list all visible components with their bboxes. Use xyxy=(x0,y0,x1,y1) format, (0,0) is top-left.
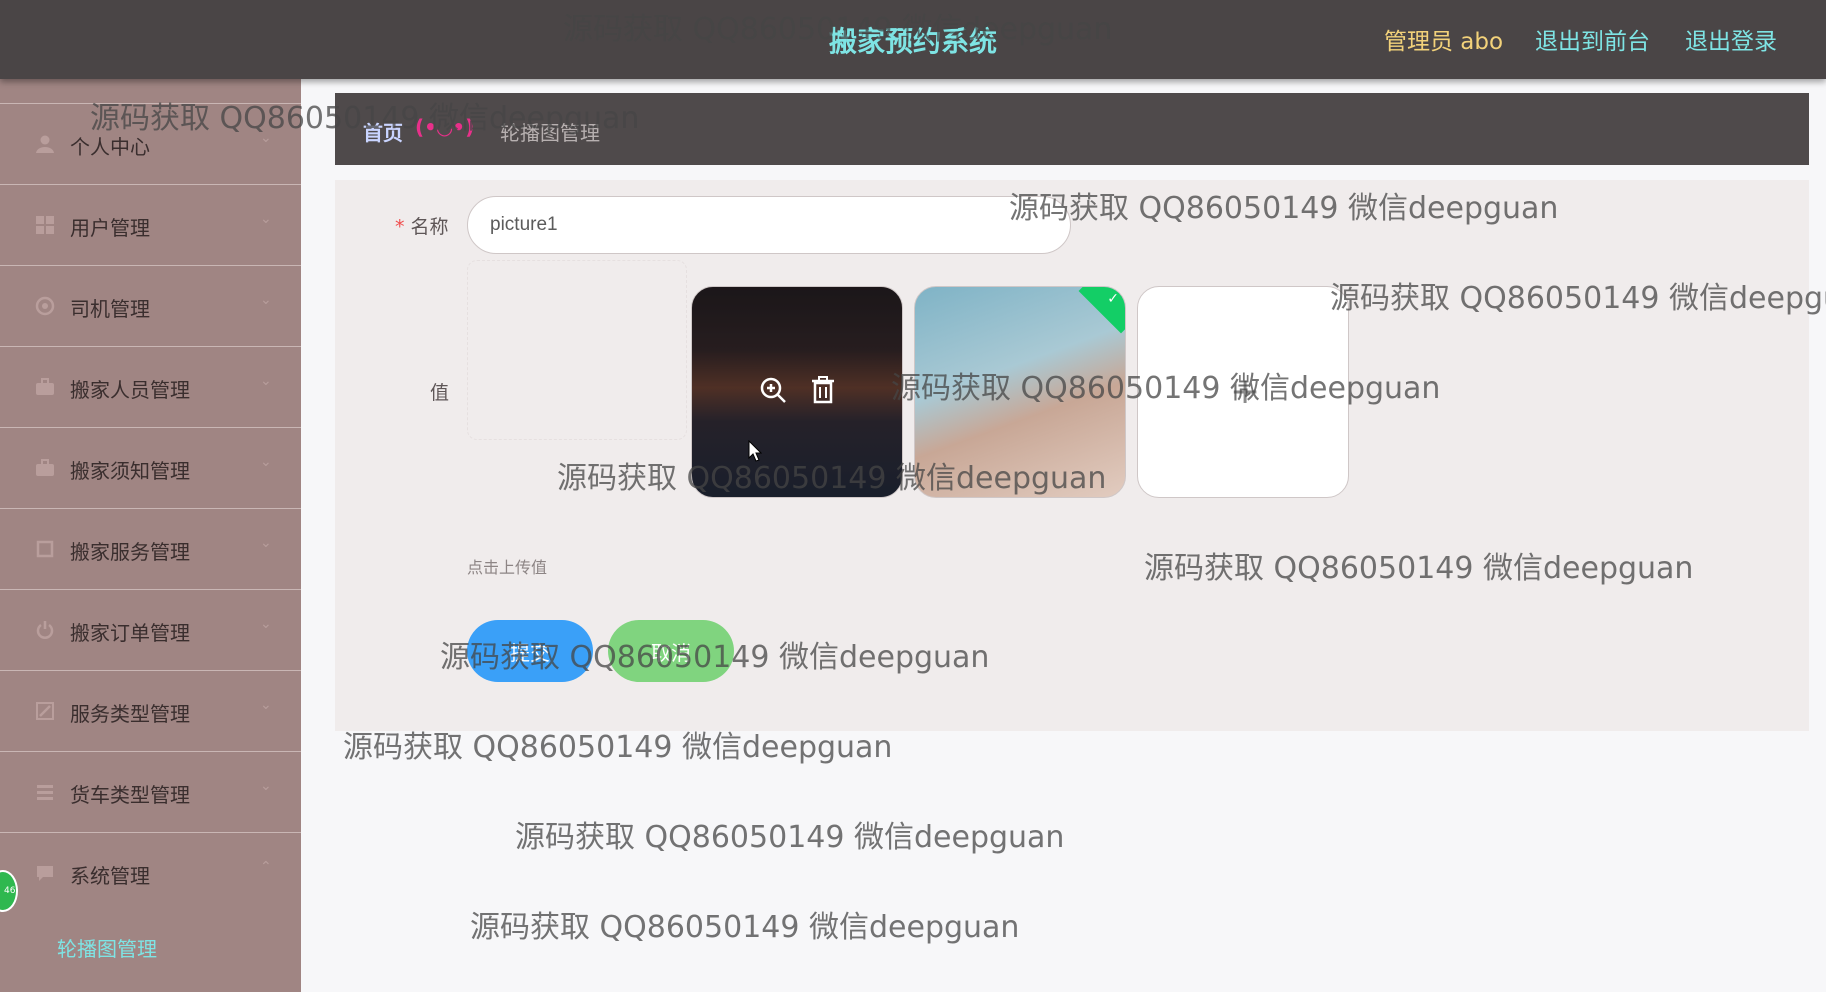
sidebar-item-mover-management[interactable]: 搬家人员管理 ⌄ xyxy=(0,347,301,428)
chat-icon xyxy=(34,862,56,884)
chevron-down-icon: ⌄ xyxy=(260,130,272,146)
chevron-up-icon: ⌃ xyxy=(260,859,272,875)
top-header: 搬家预约系统 管理员 abo 退出到前台 退出登录 xyxy=(0,0,1826,79)
sidebar: 个人中心 ⌄ 用户管理 ⌄ 司机管理 ⌄ 搬家人员管理 ⌄ 搬家须知管理 ⌄ 搬 xyxy=(0,79,301,992)
sidebar-item-service-management[interactable]: 搬家服务管理 ⌄ xyxy=(0,509,301,590)
image-hover-overlay xyxy=(692,287,902,497)
square-icon xyxy=(34,538,56,560)
sidebar-item-truck-type-management[interactable]: 货车类型管理 ⌄ xyxy=(0,752,301,833)
exit-to-frontend-link[interactable]: 退出到前台 xyxy=(1535,22,1650,56)
upload-placeholder xyxy=(467,260,687,440)
sidebar-item-label: 服务类型管理 xyxy=(70,702,190,726)
check-icon: ✓ xyxy=(1107,291,1119,307)
zoom-in-icon[interactable] xyxy=(758,375,788,405)
value-label: 值 xyxy=(430,382,450,404)
admin-username: 管理员 abo xyxy=(1384,29,1504,55)
chevron-down-icon: ⌄ xyxy=(260,616,272,632)
sidebar-item-label: 司机管理 xyxy=(70,297,150,321)
sidebar-item-notice-management[interactable]: 搬家须知管理 ⌄ xyxy=(0,428,301,509)
watermark-text: 源码获取 QQ86050149 微信deepguan xyxy=(515,820,1065,855)
chevron-down-icon: ⌄ xyxy=(260,292,272,308)
sidebar-item-personal-center[interactable]: 个人中心 ⌄ xyxy=(0,104,301,185)
upload-hint: 点击上传值 xyxy=(467,558,548,577)
sidebar-item-label: 货车类型管理 xyxy=(70,783,190,807)
sidebar-item-label: 搬家须知管理 xyxy=(70,459,190,483)
sidebar-item-driver-management[interactable]: 司机管理 ⌄ xyxy=(0,266,301,347)
upload-button[interactable]: + xyxy=(1137,286,1349,498)
chevron-down-icon: ⌄ xyxy=(260,535,272,551)
chevron-down-icon: ⌄ xyxy=(260,778,272,794)
breadcrumb: 首页 (•◡•) 轮播图管理 xyxy=(335,93,1809,165)
sidebar-item-system-management[interactable]: 系统管理 ⌃ xyxy=(0,833,301,914)
chevron-down-icon: ⌄ xyxy=(260,454,272,470)
submit-button[interactable]: 提交 xyxy=(467,620,593,682)
power-icon xyxy=(34,619,56,641)
chevron-down-icon: ⌄ xyxy=(260,697,272,713)
chevron-down-icon: ⌄ xyxy=(260,373,272,389)
edit-icon xyxy=(34,700,56,722)
sidebar-subitem-carousel-management[interactable]: 轮播图管理 xyxy=(0,915,301,992)
breadcrumb-separator: (•◡•) xyxy=(415,115,475,139)
sidebar-item-label: 搬家人员管理 xyxy=(70,378,190,402)
briefcase-icon xyxy=(34,457,56,479)
user-icon xyxy=(34,133,56,155)
sidebar-item-label: 个人中心 xyxy=(70,135,150,159)
plus-icon: + xyxy=(1230,371,1261,412)
breadcrumb-current: 轮播图管理 xyxy=(500,121,600,145)
circle-icon xyxy=(34,295,56,317)
name-label: * 名称 xyxy=(395,212,449,239)
mouse-cursor-icon xyxy=(748,439,763,467)
chevron-down-icon: ⌄ xyxy=(260,211,272,227)
watermark-text: 源码获取 QQ86050149 微信deepguan xyxy=(470,910,1020,945)
uploaded-image-2[interactable]: ✓ xyxy=(914,286,1126,498)
breadcrumb-home-link[interactable]: 首页 xyxy=(363,117,403,146)
sidebar-item-service-type-management[interactable]: 服务类型管理 ⌄ xyxy=(0,671,301,752)
delete-icon[interactable] xyxy=(808,375,838,405)
sidebar-item-label: 用户管理 xyxy=(70,216,150,240)
list-icon xyxy=(34,781,56,803)
sidebar-item-label: 搬家订单管理 xyxy=(70,621,190,645)
sidebar-item-user-management[interactable]: 用户管理 ⌄ xyxy=(0,185,301,266)
name-label-text: 名称 xyxy=(410,216,449,238)
name-input[interactable] xyxy=(467,196,1071,254)
briefcase-icon xyxy=(34,376,56,398)
form-panel: *名称 值 ✓ + 点击上传值 提交 取消 xyxy=(335,180,1809,731)
sidebar-subitem-label: 轮播图管理 xyxy=(57,937,157,961)
sidebar-item-order-management[interactable]: 搬家订单管理 ⌄ xyxy=(0,590,301,671)
logout-link[interactable]: 退出登录 xyxy=(1685,22,1777,56)
sidebar-item-label: 系统管理 xyxy=(70,864,150,888)
sidebar-item-label: 搬家服务管理 xyxy=(70,540,190,564)
uploaded-image-1[interactable] xyxy=(691,286,903,498)
required-star: * xyxy=(395,216,405,238)
grid-icon xyxy=(34,214,56,236)
cancel-button[interactable]: 取消 xyxy=(608,620,734,682)
